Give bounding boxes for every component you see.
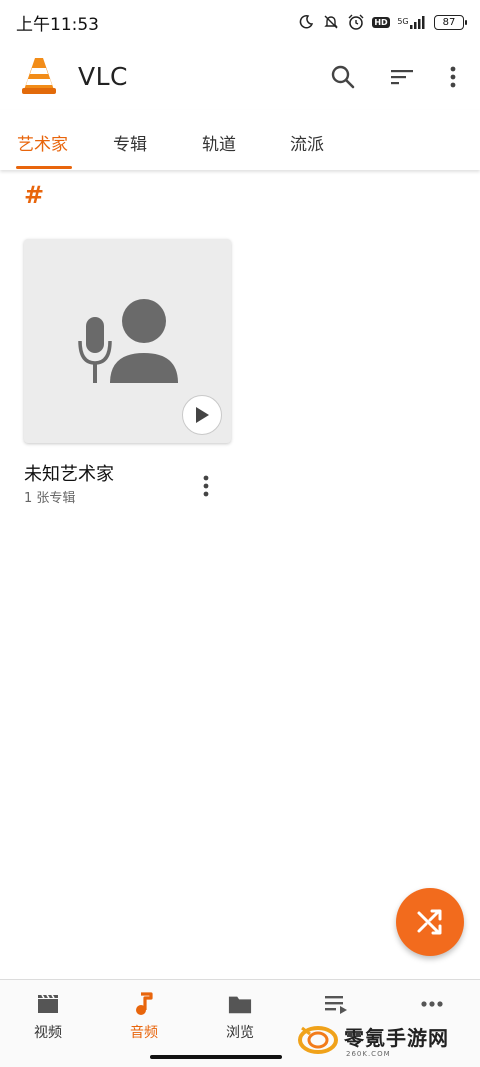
battery-icon: 87	[434, 14, 467, 30]
app-bar: VLC	[0, 44, 480, 110]
nav-browse[interactable]: 浏览	[192, 980, 288, 1060]
nav-browse-label: 浏览	[226, 1025, 254, 1041]
artist-card[interactable]	[24, 239, 231, 443]
tab-genres[interactable]: 流派	[290, 130, 324, 155]
watermark-text: 零氪手游网	[344, 1026, 449, 1050]
hd-icon: HD	[372, 13, 390, 31]
signal-icon: 5G	[397, 13, 427, 31]
section-header: #	[24, 181, 45, 209]
play-button[interactable]	[182, 395, 222, 435]
nav-audio[interactable]: 音频	[96, 980, 192, 1060]
nav-video[interactable]: 视频	[0, 980, 96, 1060]
sort-icon[interactable]	[387, 62, 417, 92]
nav-video-label: 视频	[34, 1025, 62, 1041]
artist-album-count: 1 张专辑	[24, 491, 76, 506]
hd-badge: HD	[372, 16, 390, 28]
artist-more-icon[interactable]	[195, 472, 217, 500]
watermark-logo-icon	[298, 1026, 338, 1054]
network-type: 5G	[397, 17, 409, 26]
home-indicator[interactable]	[150, 1055, 282, 1059]
alarm-icon	[347, 13, 365, 31]
artist-placeholder-icon	[76, 297, 180, 387]
movie-icon	[36, 992, 60, 1016]
vlc-logo-icon	[20, 56, 58, 96]
app-title: VLC	[78, 62, 128, 91]
tab-bar: 艺术家 专辑 轨道 流派	[0, 110, 480, 170]
status-bar: 上午11:53 HD 5G 87	[0, 0, 480, 44]
folder-icon	[228, 992, 252, 1016]
music-note-icon	[132, 992, 156, 1016]
overflow-menu-icon[interactable]	[438, 62, 468, 92]
mute-icon	[322, 13, 340, 31]
tab-indicator	[16, 166, 72, 169]
play-icon	[196, 407, 209, 423]
tab-albums[interactable]: 专辑	[113, 130, 147, 155]
search-icon[interactable]	[328, 62, 358, 92]
shuffle-button[interactable]	[396, 888, 464, 956]
moon-icon	[297, 13, 315, 31]
tab-artists[interactable]: 艺术家	[17, 130, 68, 155]
shuffle-icon	[417, 909, 442, 935]
status-icons: HD 5G 87	[297, 13, 467, 31]
status-time: 上午11:53	[16, 14, 99, 35]
more-horiz-icon	[420, 992, 444, 1016]
artist-name[interactable]: 未知艺术家	[24, 460, 114, 486]
watermark: 零氪手游网 260K.COM	[296, 1018, 476, 1064]
watermark-sub: 260K.COM	[346, 1050, 391, 1058]
tab-tracks[interactable]: 轨道	[202, 130, 236, 155]
battery-level: 87	[442, 16, 456, 28]
playlist-icon	[324, 992, 348, 1016]
nav-audio-label: 音频	[130, 1025, 158, 1041]
